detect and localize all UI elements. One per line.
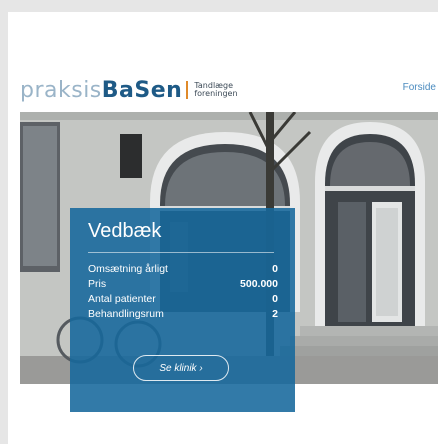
stat-row-behandlingsrum: Behandlingsrum 2 — [88, 307, 278, 322]
stat-label: Pris — [88, 278, 107, 290]
stat-value: 500.000 — [240, 278, 278, 290]
praksisbasen-logo[interactable]: praksis BaSen Tandlæge foreningen — [20, 76, 238, 104]
logo-org-name: Tandlæge foreningen — [194, 82, 237, 98]
stat-value: 0 — [272, 293, 278, 305]
page-frame: praksis BaSen Tandlæge foreningen Forsid… — [8, 12, 438, 444]
stat-row-antal-patienter: Antal patienter 0 — [88, 292, 278, 307]
nav-link-home[interactable]: Forside — [403, 82, 436, 93]
stat-label: Antal patienter — [88, 293, 156, 305]
stat-row-omsaetning: Omsætning årligt 0 — [88, 262, 278, 277]
stat-row-pris: Pris 500.000 — [88, 277, 278, 292]
stat-label: Omsætning årligt — [88, 263, 168, 275]
listing-city-title: Vedbæk — [88, 220, 162, 242]
stat-value: 0 — [272, 263, 278, 275]
see-clinic-button[interactable]: Se klinik › — [133, 355, 229, 381]
stat-value: 2 — [272, 308, 278, 320]
site-header: praksis BaSen Tandlæge foreningen Forsid… — [8, 12, 438, 116]
stat-label: Behandlingsrum — [88, 308, 164, 320]
logo-text-basen: BaSen — [101, 77, 183, 103]
logo-divider — [186, 81, 189, 99]
title-divider — [88, 252, 274, 253]
listing-card: Vedbæk Omsætning årligt 0 Pris 500.000 A… — [70, 208, 295, 412]
logo-org-line2: foreningen — [194, 89, 238, 98]
listing-stats: Omsætning årligt 0 Pris 500.000 Antal pa… — [88, 262, 278, 322]
logo-text-praksis: praksis — [20, 77, 102, 103]
